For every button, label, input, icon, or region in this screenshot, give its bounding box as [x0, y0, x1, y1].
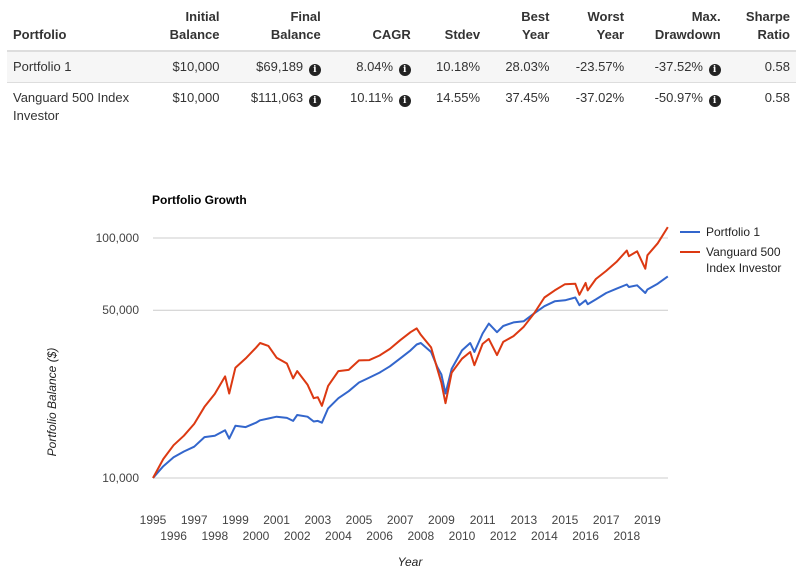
x-tick-label: 2011: [470, 513, 496, 527]
x-tick-label: 2005: [346, 513, 373, 527]
x-tick-label: 2006: [366, 529, 393, 543]
col-header-worst-year: Worst Year: [587, 9, 625, 42]
col-header-max-drawdown: Max. Drawdown: [654, 9, 721, 42]
y-axis-title: Portfolio Balance ($): [45, 348, 59, 457]
x-tick-label: 2008: [407, 529, 434, 543]
cell-final-balance: $69,189 i: [226, 51, 327, 83]
portfolio-growth-chart: Portfolio Growth 10,000 50,000 100,000 199…: [45, 193, 781, 569]
series-line-portfolio-1: [152, 275, 669, 479]
x-tick-label: 2010: [449, 529, 476, 543]
col-header-final-balance: Final Balance: [270, 9, 321, 42]
x-axis-title: Year: [398, 555, 424, 569]
cell-max-drawdown: -37.52% i: [630, 51, 726, 83]
col-header-stdev: Stdev: [444, 27, 481, 42]
info-icon[interactable]: i: [708, 64, 721, 76]
cell-portfolio: Portfolio 1: [13, 59, 72, 74]
legend-label: Portfolio 1: [706, 225, 760, 239]
x-tick-label: 2000: [243, 529, 270, 543]
col-header-portfolio: Portfolio: [13, 27, 67, 42]
col-header-best-year: Best Year: [521, 9, 550, 42]
cell-best-year: 37.45%: [505, 90, 550, 105]
x-tick-label: 2002: [284, 529, 311, 543]
cell-stdev: 10.18%: [435, 59, 481, 74]
x-tick-label: 1998: [201, 529, 228, 543]
info-icon[interactable]: i: [398, 64, 411, 76]
info-icon[interactable]: i: [308, 64, 321, 76]
x-tick-label: 2007: [387, 513, 414, 527]
cell-best-year: 28.03%: [505, 59, 550, 74]
gridlines: [153, 237, 668, 479]
legend-label: Vanguard 500 Index Investor: [706, 245, 781, 275]
y-tick-label: 100,000: [96, 231, 140, 245]
x-tick-label: 1996: [160, 529, 187, 543]
legend: Portfolio 1 Vanguard 500 Index Investor: [680, 225, 781, 275]
cell-worst-year: -37.02%: [575, 90, 625, 105]
cell-max-drawdown: -50.97% i: [630, 83, 726, 132]
portfolio-stats-table: Portfolio Initial Balance Final Balance CA…: [7, 4, 796, 131]
x-tick-label: 1995: [140, 513, 167, 527]
table-row: Vanguard 500 Index Investor $10,000 $111…: [7, 82, 796, 132]
info-icon[interactable]: i: [708, 95, 721, 107]
x-tick-label: 2003: [304, 513, 331, 527]
x-tick-label: 2019: [634, 513, 661, 527]
y-tick-label: 50,000: [102, 303, 139, 317]
table-header-row: Portfolio Initial Balance Final Balance CA…: [7, 4, 796, 51]
cell-cagr: 8.04% i: [327, 51, 417, 83]
cell-cagr: 10.11% i: [327, 83, 417, 132]
col-header-sharpe-ratio: Sharpe Ratio: [745, 9, 790, 42]
col-header-cagr: CAGR: [372, 27, 411, 42]
y-tick-label: 10,000: [102, 471, 139, 485]
x-tick-label: 2016: [572, 529, 599, 543]
info-icon[interactable]: i: [398, 95, 411, 107]
x-tick-label: 2013: [510, 513, 537, 527]
x-tick-label: 1997: [181, 513, 208, 527]
x-tick-label: 2018: [613, 529, 640, 543]
info-icon[interactable]: i: [308, 95, 321, 107]
cell-stdev: 14.55%: [435, 90, 481, 105]
cell-sharpe-ratio: 0.58: [764, 59, 790, 74]
x-axis-ticks: 1995 1997 1999 2001 2003 2005 2007 2009 2011 2013…: [140, 513, 661, 543]
cell-sharpe-ratio: 0.58: [764, 90, 790, 105]
x-tick-label: 2014: [531, 529, 558, 543]
cell-initial-balance: $10,000: [172, 90, 220, 105]
table-row: Portfolio 1 $10,000 $69,189 i 8.04% i 10…: [7, 51, 796, 83]
series-lines: [152, 226, 669, 479]
x-tick-label: 1999: [222, 513, 249, 527]
cell-portfolio: Vanguard 500 Index Investor: [13, 90, 130, 123]
x-tick-label: 2012: [490, 529, 517, 543]
y-axis-ticks: 10,000 50,000 100,000: [96, 231, 140, 485]
x-tick-label: 2009: [428, 513, 455, 527]
x-tick-label: 2001: [263, 513, 290, 527]
x-tick-label: 2017: [593, 513, 620, 527]
cell-initial-balance: $10,000: [172, 59, 220, 74]
cell-final-balance: $111,063 i: [226, 83, 327, 132]
col-header-initial-balance: Initial Balance: [169, 9, 220, 42]
series-line-vanguard-500: [152, 226, 669, 479]
x-tick-label: 2004: [325, 529, 352, 543]
chart-title: Portfolio Growth: [152, 193, 247, 207]
cell-worst-year: -23.57%: [575, 59, 625, 74]
x-tick-label: 2015: [552, 513, 579, 527]
